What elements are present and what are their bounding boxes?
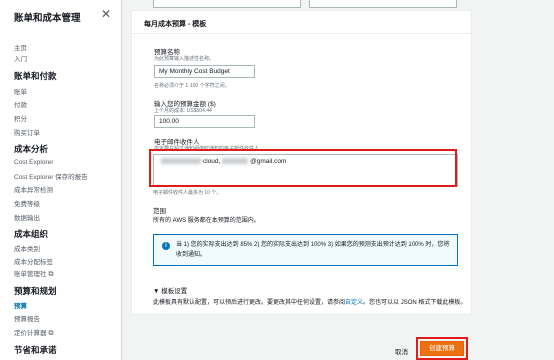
- external-link-icon: ⧉: [48, 330, 54, 337]
- sidebar-item[interactable]: 成本异常检测: [14, 184, 53, 194]
- sidebar-item[interactable]: 账单: [14, 86, 27, 96]
- cancel-button[interactable]: 取消: [395, 346, 408, 356]
- sidebar-item[interactable]: 付款: [14, 99, 27, 109]
- budget-name-desc: 为此预算输入描述性名称。: [154, 56, 215, 62]
- external-link-icon: ⧉: [48, 271, 54, 278]
- sidebar-item[interactable]: 账单管理社 ⧉: [14, 268, 54, 279]
- template-desc: 此模板具有默认配置，可以预后进行更改。要更改其中任何设置，请参阅自定义。您也可以…: [153, 300, 467, 306]
- amount-input[interactable]: 100.00: [154, 115, 255, 128]
- sidebar-section: 节省和承诺: [14, 345, 57, 355]
- email-hint: 电子邮件收件人最多为 10 个。: [153, 190, 222, 196]
- sidebar-item[interactable]: Cost Explorer: [14, 159, 53, 166]
- sidebar-title: 账单和成本管理: [14, 13, 81, 24]
- sidebar-item[interactable]: 积分: [14, 113, 27, 123]
- sidebar-section: 成本分析: [14, 144, 49, 154]
- sidebar-item[interactable]: 免费等级: [14, 198, 40, 208]
- template-settings-toggle[interactable]: ▼ 模板设置: [153, 285, 187, 295]
- sidebar-item[interactable]: 购买订单: [14, 127, 40, 137]
- sidebar-item[interactable]: 数据输出: [14, 212, 40, 222]
- sidebar-item[interactable]: 入门: [14, 53, 27, 63]
- sidebar-section: 成本组织: [14, 229, 49, 239]
- annotation-highlight-email: [149, 149, 457, 187]
- partial-field-left[interactable]: [153, 0, 301, 8]
- partial-field-right[interactable]: [309, 0, 457, 8]
- sidebar-section: 预算和规划: [14, 286, 57, 296]
- customize-link[interactable]: 自定义: [345, 300, 363, 306]
- card-title: 每月成本预算 - 模板: [144, 21, 207, 28]
- notification-info-box: i 当 1) 您的实际支出达到 85% 2) 您的实际支出达到 100% 3) …: [153, 234, 458, 266]
- sidebar-item[interactable]: 定价计算器 ⧉: [14, 327, 54, 338]
- top-partial-fields: [131, 0, 472, 9]
- divider: [132, 33, 473, 34]
- sidebar-item[interactable]: 成本分配标签: [14, 256, 53, 266]
- close-icon[interactable]: ✕: [101, 7, 111, 21]
- sidebar-item[interactable]: 预算报告: [14, 313, 40, 323]
- annotation-highlight-create: [416, 337, 468, 360]
- sidebar: 账单和成本管理 ✕ 主页 入门账单和付款账单付款积分购买订单成本分析 Cost Ex…: [0, 0, 122, 360]
- sidebar-item[interactable]: Cost Explorer 保存的报告: [14, 171, 88, 181]
- budget-name-input[interactable]: My Monthly Cost Budget: [154, 65, 255, 78]
- scope-desc: 所有的 AWS 服务都在本预算的范围内。: [153, 218, 260, 224]
- amount-desc: 上个月的成本: US$604.44: [154, 108, 212, 114]
- sidebar-item[interactable]: 成本类别: [14, 243, 40, 253]
- sidebar-section: 账单和付款: [14, 71, 57, 81]
- scope-label: 范围: [153, 208, 166, 215]
- info-text: 当 1) 您的实际支出达到 85% 2) 您的实际支出达到 100% 3) 如果…: [176, 242, 450, 258]
- budget-name-hint: 名称必须介于 1-100 个字符之间。: [154, 83, 230, 89]
- info-icon: i: [162, 242, 170, 250]
- sidebar-item[interactable]: 预算: [14, 300, 27, 310]
- sidebar-item[interactable]: 主页: [14, 42, 27, 52]
